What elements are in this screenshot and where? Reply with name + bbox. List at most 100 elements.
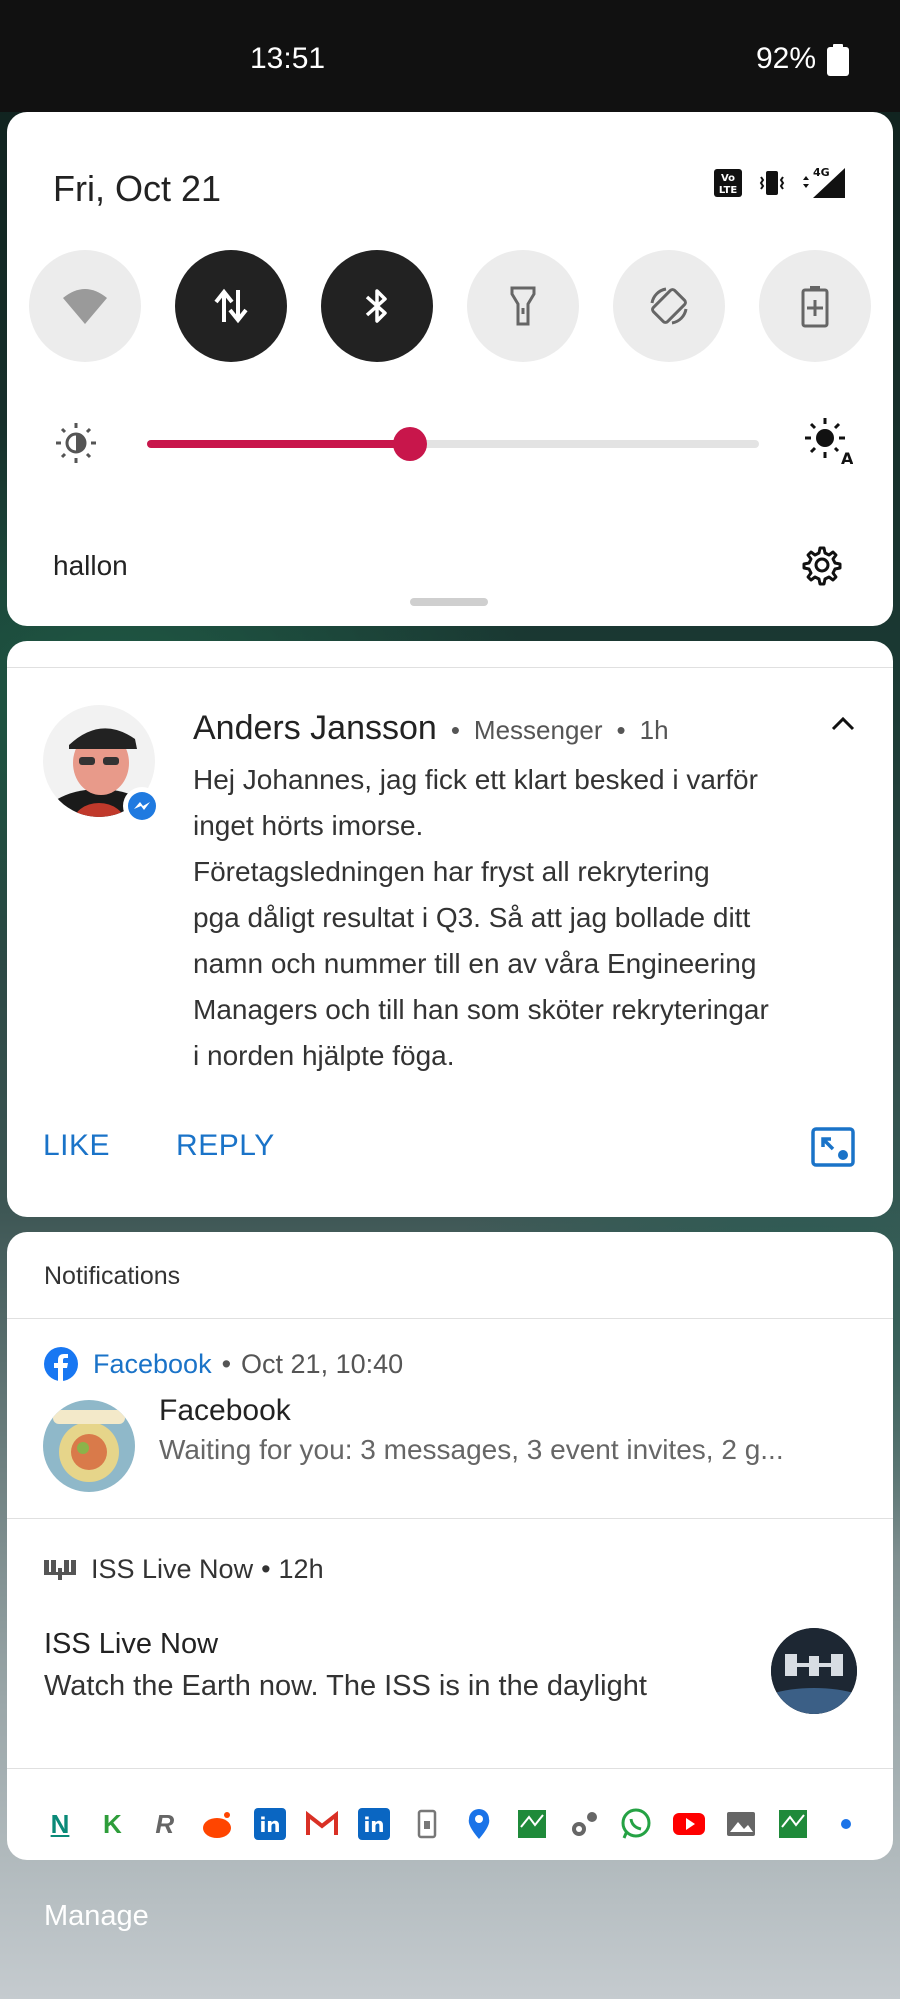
separator: • bbox=[221, 1348, 232, 1379]
youtube-icon[interactable] bbox=[672, 1807, 706, 1841]
iss-thumbnail bbox=[771, 1628, 857, 1714]
settings-gear-icon[interactable] bbox=[797, 542, 843, 588]
facebook-icon bbox=[44, 1347, 78, 1382]
message-header: Anders Jansson • Messenger • 1h bbox=[193, 709, 669, 748]
gallery-icon[interactable] bbox=[724, 1807, 758, 1841]
messenger-icon bbox=[128, 792, 156, 820]
k-app-icon[interactable]: K bbox=[95, 1807, 129, 1841]
linkedin-icon[interactable]: in bbox=[357, 1807, 391, 1841]
iss-app-name: ISS Live Now bbox=[91, 1554, 254, 1584]
divider bbox=[7, 1518, 893, 1519]
message-age: 1h bbox=[639, 715, 669, 745]
divider bbox=[7, 1768, 893, 1769]
auto-brightness-icon[interactable]: A bbox=[803, 416, 853, 466]
iss-age: 12h bbox=[278, 1554, 324, 1584]
battery-saver-icon bbox=[801, 286, 829, 328]
r-app-icon[interactable]: R bbox=[148, 1807, 182, 1841]
reddit-icon[interactable] bbox=[200, 1807, 234, 1841]
sim-icon[interactable] bbox=[410, 1807, 444, 1841]
iss-app-icon bbox=[44, 1559, 76, 1580]
wifi-icon bbox=[63, 289, 107, 324]
message-line: Företagsledningen har fryst all rekryter… bbox=[193, 856, 710, 887]
wifi-tile[interactable] bbox=[29, 250, 141, 362]
iss-notification-header: ISS Live Now • 12h bbox=[43, 1554, 324, 1585]
battery-icon bbox=[827, 44, 849, 76]
mobile-data-icon bbox=[214, 288, 248, 324]
signal-4g-icon: 4G bbox=[803, 166, 845, 198]
whatsapp-icon[interactable] bbox=[619, 1807, 653, 1841]
notifications-section-title: Notifications bbox=[44, 1262, 181, 1290]
auto-rotate-icon bbox=[650, 287, 688, 325]
chevron-up-icon[interactable] bbox=[829, 713, 857, 733]
green-app-icon[interactable] bbox=[515, 1807, 549, 1841]
picture-in-picture-icon[interactable] bbox=[811, 1127, 855, 1167]
manage-button[interactable]: Manage bbox=[44, 1900, 149, 1933]
message-actions: LIKE REPLY bbox=[43, 1129, 275, 1163]
vibrate-icon bbox=[759, 171, 785, 195]
svg-text:LTE: LTE bbox=[719, 185, 738, 196]
divider bbox=[7, 1318, 893, 1319]
battery-saver-tile[interactable] bbox=[759, 250, 871, 362]
svg-text:Vo: Vo bbox=[721, 173, 735, 184]
svg-text:in: in bbox=[259, 1813, 280, 1837]
svg-text:in: in bbox=[364, 1813, 385, 1837]
sender-name: Anders Jansson bbox=[193, 709, 437, 747]
news-app-icon[interactable]: N bbox=[43, 1807, 77, 1841]
svg-text:A: A bbox=[841, 449, 853, 466]
brightness-slider[interactable] bbox=[147, 427, 759, 461]
separator: • bbox=[261, 1554, 271, 1584]
status-time: 13:51 bbox=[250, 42, 326, 75]
qs-drag-handle[interactable] bbox=[410, 598, 488, 606]
linkedin-icon[interactable]: in bbox=[253, 1807, 287, 1841]
message-line: pga dåligt resultat i Q3. Så att jag bol… bbox=[193, 902, 751, 933]
bluetooth-tile[interactable] bbox=[321, 250, 433, 362]
gmail-icon[interactable] bbox=[305, 1807, 339, 1841]
brightness-slider-fill bbox=[147, 440, 411, 448]
status-bar: 13:51 92% bbox=[0, 0, 900, 112]
brightness-slider-thumb[interactable] bbox=[393, 427, 428, 461]
like-button[interactable]: LIKE bbox=[43, 1129, 110, 1163]
notifications-card: Notifications Facebook • Oct 21, 10:40 F… bbox=[7, 1232, 893, 1860]
message-line: Hej Johannes, jag fick ett klart besked … bbox=[193, 764, 758, 795]
flashlight-icon bbox=[510, 286, 536, 326]
separator: • bbox=[616, 715, 626, 745]
battery-percent: 92% bbox=[755, 42, 816, 75]
maps-pin-icon[interactable] bbox=[462, 1807, 496, 1841]
messenger-badge bbox=[123, 787, 161, 825]
message-line: i norden hjälpte föga. bbox=[193, 1040, 455, 1071]
facebook-notification-text: Waiting for you: 3 messages, 3 event inv… bbox=[159, 1434, 784, 1465]
messenger-notification[interactable]: Anders Jansson • Messenger • 1h Hej Joha… bbox=[7, 641, 893, 1217]
collapsed-app-icons: N K R in in bbox=[43, 1804, 863, 1844]
separator: • bbox=[450, 715, 460, 745]
quick-settings-panel: Fri, Oct 21 Vo LTE 4G A hallon bbox=[7, 112, 893, 626]
brightness-low-icon bbox=[56, 423, 96, 463]
facebook-thumbnail bbox=[43, 1400, 135, 1492]
green-app-icon[interactable] bbox=[776, 1807, 810, 1841]
more-dot-icon[interactable] bbox=[829, 1807, 863, 1841]
iss-notification-title: ISS Live Now bbox=[44, 1628, 219, 1660]
settings-app-icon[interactable] bbox=[567, 1807, 601, 1841]
bluetooth-icon bbox=[365, 289, 387, 323]
sender-avatar bbox=[43, 705, 161, 825]
iss-notification-text: Watch the Earth now. The ISS is in the d… bbox=[44, 1670, 647, 1702]
carrier-name: hallon bbox=[53, 550, 128, 581]
message-line: inget hörts imorse. bbox=[193, 810, 424, 841]
volte-icon: Vo LTE bbox=[714, 169, 742, 197]
message-line: Managers och till han som sköter rekryte… bbox=[193, 994, 769, 1025]
facebook-notification-title: Facebook bbox=[159, 1394, 291, 1427]
auto-rotate-tile[interactable] bbox=[613, 250, 725, 362]
brightness-row: A bbox=[7, 412, 893, 472]
reply-button[interactable]: REPLY bbox=[176, 1129, 275, 1163]
flashlight-tile[interactable] bbox=[467, 250, 579, 362]
facebook-notification-header: Facebook • Oct 21, 10:40 bbox=[43, 1346, 403, 1382]
svg-text:4G: 4G bbox=[813, 166, 830, 179]
message-app: Messenger bbox=[473, 715, 603, 745]
mobile-data-tile[interactable] bbox=[175, 250, 287, 362]
qs-date: Fri, Oct 21 bbox=[53, 168, 222, 209]
facebook-time: Oct 21, 10:40 bbox=[241, 1348, 404, 1379]
divider bbox=[7, 667, 893, 668]
qs-status-icons: Vo LTE 4G bbox=[713, 166, 847, 200]
message-line: namn och nummer till en av våra Engineer… bbox=[193, 948, 757, 979]
message-body: Hej Johannes, jag fick ett klart besked … bbox=[193, 757, 873, 1079]
facebook-app-name: Facebook bbox=[93, 1348, 212, 1379]
